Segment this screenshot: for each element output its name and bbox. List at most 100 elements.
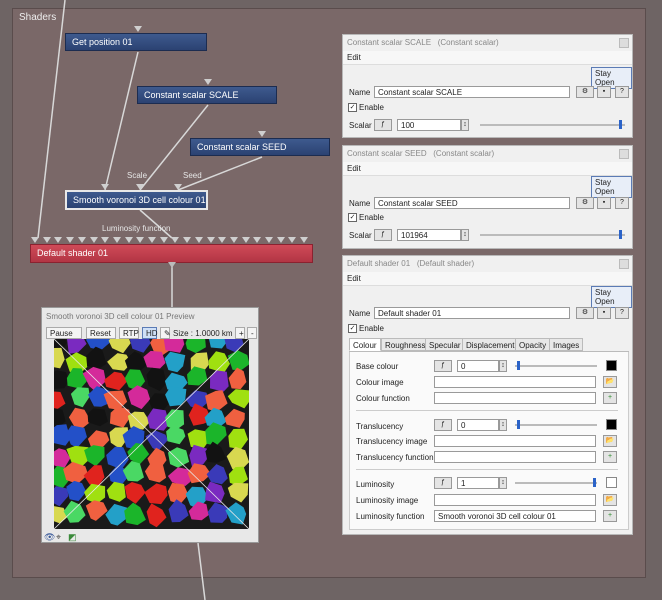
node-constant-scalar-seed[interactable]: Constant scalar SEED: [190, 138, 330, 156]
zoom-in-button[interactable]: +: [235, 327, 245, 339]
node-smooth-voronoi[interactable]: Smooth voronoi 3D cell colour 01: [65, 190, 208, 210]
input-port[interactable]: [148, 237, 156, 243]
edit-menu[interactable]: Edit: [343, 51, 632, 65]
spin-arrows-icon[interactable]: ↕: [461, 119, 469, 131]
tab-roughness[interactable]: Roughness: [381, 338, 430, 351]
pause-button[interactable]: Pause: [46, 327, 82, 339]
function-icon[interactable]: ƒ: [434, 419, 452, 431]
gear-icon[interactable]: ⚙: [576, 86, 594, 98]
translucency-swatch[interactable]: [606, 419, 617, 430]
input-port[interactable]: [134, 26, 142, 32]
input-port[interactable]: [229, 237, 238, 243]
name-field[interactable]: Constant scalar SCALE: [374, 86, 570, 98]
camera-icon[interactable]: ⌖: [56, 532, 61, 543]
input-port[interactable]: [136, 237, 145, 243]
input-port[interactable]: [300, 237, 309, 243]
input-port[interactable]: [241, 237, 250, 243]
luminosity-function-field[interactable]: Smooth voronoi 3D cell colour 01: [434, 510, 596, 522]
luminosity-slider[interactable]: [515, 482, 597, 484]
tab-displacement[interactable]: Displacement: [462, 338, 519, 351]
luminosity-swatch[interactable]: [606, 477, 617, 488]
scalar-slider[interactable]: [480, 124, 625, 126]
input-port[interactable]: [89, 237, 98, 243]
enable-checkbox[interactable]: ✓: [348, 324, 357, 333]
close-icon[interactable]: [619, 259, 629, 269]
input-port[interactable]: [288, 237, 297, 243]
input-port[interactable]: [112, 237, 121, 243]
function-icon[interactable]: ƒ: [434, 477, 452, 489]
input-port[interactable]: [194, 237, 203, 243]
image-icon[interactable]: ▪: [597, 197, 611, 209]
node-default-shader[interactable]: Default shader 01: [30, 244, 313, 263]
input-port[interactable]: [258, 131, 266, 137]
input-port[interactable]: [276, 237, 285, 243]
input-port[interactable]: [159, 237, 168, 243]
scalar-input[interactable]: 101964: [397, 229, 461, 241]
input-port[interactable]: [171, 237, 180, 243]
luminosity-slider-thumb[interactable]: [593, 478, 596, 487]
edit-menu[interactable]: Edit: [343, 162, 632, 176]
colour-function-field[interactable]: [434, 392, 596, 404]
terrain-icon[interactable]: ◩: [68, 532, 77, 543]
translucency-image-field[interactable]: [434, 435, 596, 447]
translucency-input[interactable]: 0: [457, 419, 499, 431]
input-port[interactable]: [265, 237, 273, 243]
reset-button[interactable]: Reset: [86, 327, 116, 339]
image-icon[interactable]: ▪: [597, 86, 611, 98]
translucency-function-field[interactable]: [434, 451, 596, 463]
input-port[interactable]: [206, 237, 215, 243]
colour-image-field[interactable]: [434, 376, 596, 388]
help-button[interactable]: ?: [615, 197, 629, 209]
tab-specular[interactable]: Specular: [425, 338, 465, 351]
input-port[interactable]: [101, 237, 110, 243]
spin-arrows-icon[interactable]: ↕: [499, 360, 507, 372]
image-icon[interactable]: ▪: [597, 307, 611, 319]
input-port[interactable]: [31, 237, 39, 243]
scalar-slider-thumb[interactable]: [619, 120, 622, 129]
close-icon[interactable]: [619, 38, 629, 48]
help-button[interactable]: ?: [615, 86, 629, 98]
gear-icon[interactable]: ⚙: [576, 307, 594, 319]
scalar-slider[interactable]: [480, 234, 625, 236]
add-function-icon[interactable]: +: [603, 510, 617, 522]
function-icon[interactable]: ƒ: [374, 119, 392, 131]
function-icon[interactable]: ƒ: [434, 360, 452, 372]
spin-arrows-icon[interactable]: ↕: [499, 419, 507, 431]
hd-button[interactable]: HD: [142, 327, 158, 339]
translucency-slider[interactable]: [515, 424, 597, 426]
edit-menu[interactable]: Edit: [343, 272, 632, 286]
base-colour-input[interactable]: 0: [457, 360, 499, 372]
input-port[interactable]: [183, 237, 192, 243]
name-field[interactable]: Default shader 01: [374, 307, 570, 319]
gear-icon[interactable]: ⚙: [576, 197, 594, 209]
input-port[interactable]: [77, 237, 86, 243]
close-icon[interactable]: [619, 149, 629, 159]
tab-opacity[interactable]: Opacity: [515, 338, 551, 351]
luminosity-input[interactable]: 1: [457, 477, 499, 489]
settings-icon[interactable]: ✎: [160, 327, 171, 339]
base-colour-slider-thumb[interactable]: [517, 361, 520, 370]
input-port[interactable]: [204, 79, 212, 85]
folder-icon[interactable]: 📂: [603, 494, 617, 506]
spin-arrows-icon[interactable]: ↕: [499, 477, 507, 489]
folder-icon[interactable]: 📂: [603, 376, 617, 388]
input-port[interactable]: [66, 237, 75, 243]
add-function-icon[interactable]: +: [603, 392, 617, 404]
input-port[interactable]: [253, 237, 262, 243]
stay-open-button[interactable]: Stay Open: [591, 286, 632, 308]
scalar-input[interactable]: 100: [397, 119, 461, 131]
input-port[interactable]: [218, 237, 227, 243]
input-port[interactable]: [42, 237, 51, 243]
input-port[interactable]: [54, 237, 63, 243]
input-port[interactable]: [124, 237, 133, 243]
enable-checkbox[interactable]: ✓: [348, 213, 357, 222]
eye-icon[interactable]: 👁: [44, 532, 55, 543]
spin-arrows-icon[interactable]: ↕: [461, 229, 469, 241]
tab-colour[interactable]: Colour: [349, 338, 381, 351]
add-function-icon[interactable]: +: [603, 451, 617, 463]
tab-images[interactable]: Images: [549, 338, 584, 351]
folder-icon[interactable]: 📂: [603, 435, 617, 447]
base-colour-swatch[interactable]: [606, 360, 617, 371]
help-button[interactable]: ?: [615, 307, 629, 319]
name-field[interactable]: Constant scalar SEED: [374, 197, 570, 209]
